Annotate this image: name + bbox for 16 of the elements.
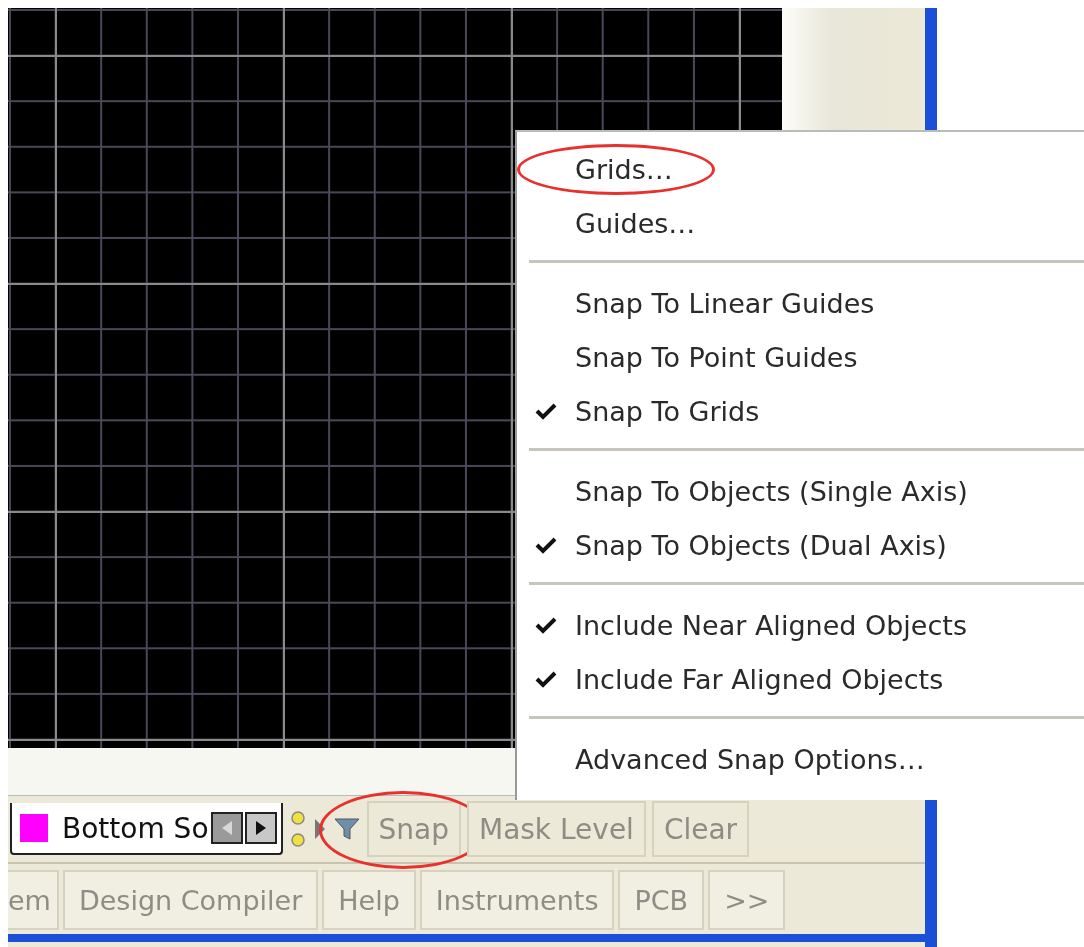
- menu-item[interactable]: Grids…: [517, 142, 1084, 196]
- menu-item[interactable]: Guides…: [517, 196, 1084, 250]
- menu-item[interactable]: Snap To Grids: [517, 384, 1084, 438]
- menu-item[interactable]: Include Near Aligned Objects: [517, 598, 1084, 652]
- layer-name: Bottom So: [62, 811, 209, 845]
- menu-item[interactable]: Include Far Aligned Objects: [517, 652, 1084, 706]
- scroll-right-icon[interactable]: [244, 812, 277, 844]
- menu-item[interactable]: Snap To Linear Guides: [517, 276, 1084, 330]
- menu-item[interactable]: Advanced Snap Options…: [517, 732, 1084, 786]
- scroll-left-icon[interactable]: [210, 812, 243, 844]
- play-icon[interactable]: [312, 817, 327, 841]
- layer-tab[interactable]: Bottom So: [10, 803, 283, 855]
- menu-item[interactable]: Snap To Objects (Single Axis): [517, 464, 1084, 518]
- menu-item[interactable]: Snap To Point Guides: [517, 330, 1084, 384]
- menu-item[interactable]: Snap To Objects (Dual Axis): [517, 518, 1084, 572]
- filter-icon[interactable]: [332, 816, 361, 842]
